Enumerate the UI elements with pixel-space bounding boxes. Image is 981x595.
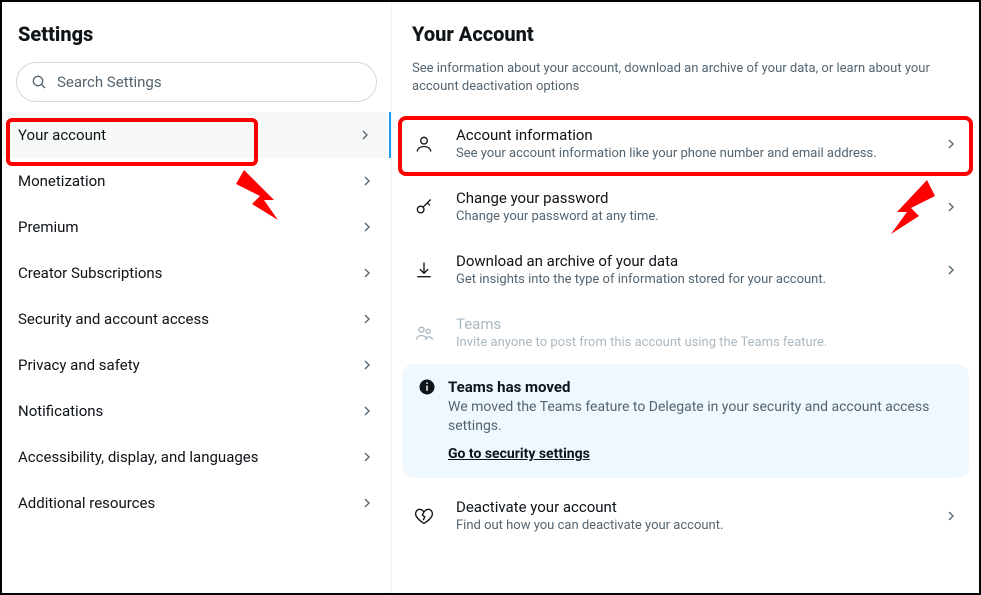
nav-additional-resources[interactable]: Additional resources: [2, 480, 391, 526]
notice-link-security-settings[interactable]: Go to security settings: [448, 446, 590, 462]
chevron-right-icon: [359, 311, 375, 327]
notice-title: Teams has moved: [448, 378, 953, 396]
row-change-password[interactable]: Change your password Change your passwor…: [392, 175, 979, 238]
panel-title: Your Account: [392, 14, 979, 56]
chevron-right-icon: [359, 265, 375, 281]
row-title: Account information: [456, 126, 923, 144]
people-icon: [412, 323, 436, 343]
nav-label: Privacy and safety: [18, 356, 140, 374]
nav-your-account[interactable]: Your account: [2, 112, 391, 158]
row-sub: Find out how you can deactivate your acc…: [456, 518, 923, 533]
chevron-right-icon: [943, 508, 959, 524]
settings-title: Settings: [2, 14, 391, 62]
nav-privacy-safety[interactable]: Privacy and safety: [2, 342, 391, 388]
chevron-right-icon: [357, 127, 373, 143]
row-title: Teams: [456, 315, 959, 333]
row-title: Deactivate your account: [456, 498, 923, 516]
nav-label: Your account: [18, 126, 106, 144]
row-sub: Invite anyone to post from this account …: [456, 335, 959, 350]
nav-label: Monetization: [18, 172, 105, 190]
heartbreak-icon: [412, 506, 436, 526]
chevron-right-icon: [943, 199, 959, 215]
row-title: Change your password: [456, 189, 923, 207]
chevron-right-icon: [943, 262, 959, 278]
nav-monetization[interactable]: Monetization: [2, 158, 391, 204]
chevron-right-icon: [359, 219, 375, 235]
chevron-right-icon: [359, 449, 375, 465]
row-title: Download an archive of your data: [456, 252, 923, 270]
key-icon: [412, 197, 436, 217]
your-account-panel: Your Account See information about your …: [392, 2, 979, 593]
nav-label: Creator Subscriptions: [18, 264, 162, 282]
row-account-information[interactable]: Account information See your account inf…: [392, 112, 979, 175]
search-settings-input[interactable]: Search Settings: [16, 62, 377, 102]
settings-sidebar: Settings Search Settings Your account Mo…: [2, 2, 392, 593]
row-sub: Change your password at any time.: [456, 209, 923, 224]
nav-accessibility-display-languages[interactable]: Accessibility, display, and languages: [2, 434, 391, 480]
teams-moved-notice: Teams has moved We moved the Teams featu…: [402, 364, 969, 478]
notice-body: We moved the Teams feature to Delegate i…: [448, 398, 953, 436]
chevron-right-icon: [359, 173, 375, 189]
chevron-right-icon: [359, 495, 375, 511]
nav-label: Notifications: [18, 402, 103, 420]
nav-creator-subscriptions[interactable]: Creator Subscriptions: [2, 250, 391, 296]
panel-description: See information about your account, down…: [392, 56, 979, 112]
nav-premium[interactable]: Premium: [2, 204, 391, 250]
row-teams: Teams Invite anyone to post from this ac…: [392, 301, 979, 364]
person-icon: [412, 134, 436, 154]
nav-label: Accessibility, display, and languages: [18, 448, 258, 466]
nav-notifications[interactable]: Notifications: [2, 388, 391, 434]
row-sub: Get insights into the type of informatio…: [456, 272, 923, 287]
search-icon: [31, 74, 47, 90]
row-download-archive[interactable]: Download an archive of your data Get ins…: [392, 238, 979, 301]
chevron-right-icon: [359, 357, 375, 373]
nav-security-account-access[interactable]: Security and account access: [2, 296, 391, 342]
row-deactivate-account[interactable]: Deactivate your account Find out how you…: [392, 484, 979, 547]
info-icon: [418, 378, 436, 462]
download-icon: [412, 260, 436, 280]
search-placeholder: Search Settings: [57, 73, 162, 91]
row-sub: See your account information like your p…: [456, 146, 923, 161]
chevron-right-icon: [943, 136, 959, 152]
nav-label: Additional resources: [18, 494, 155, 512]
nav-label: Security and account access: [18, 310, 209, 328]
nav-label: Premium: [18, 218, 79, 236]
chevron-right-icon: [359, 403, 375, 419]
